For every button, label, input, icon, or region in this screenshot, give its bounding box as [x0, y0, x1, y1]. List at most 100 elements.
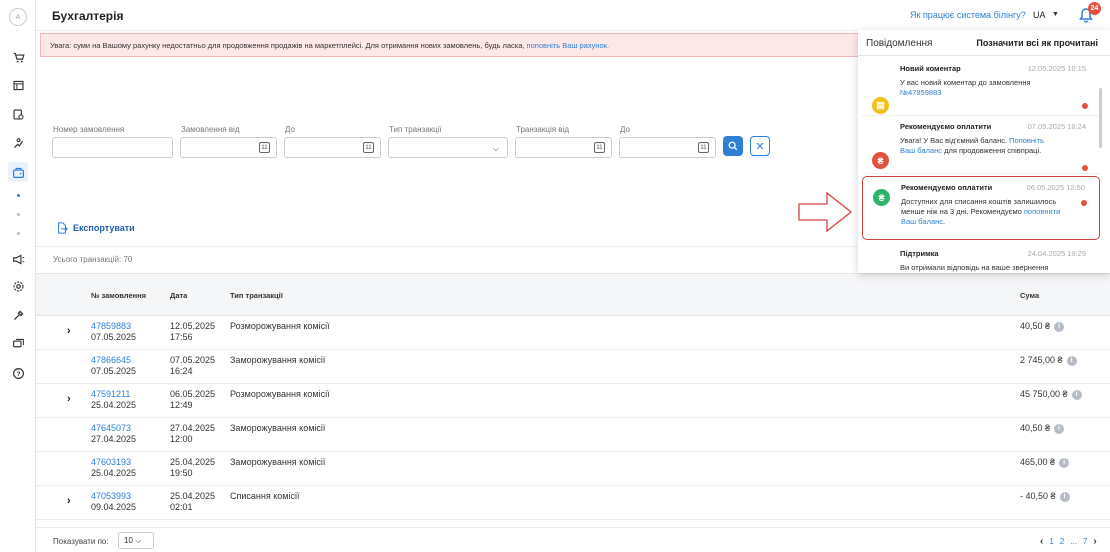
info-icon[interactable]: i [1071, 389, 1082, 400]
export-button[interactable]: Експортувати [56, 222, 135, 234]
page-2[interactable]: 2 [1060, 537, 1064, 546]
order-link[interactable]: 47053993 [91, 491, 136, 502]
order-link[interactable]: 47859883 [91, 321, 136, 332]
table-row[interactable]: › 47053993 09.04.2025 25.04.2025 02:01 С… [36, 486, 1110, 520]
order-link[interactable]: 47603193 [91, 457, 136, 468]
notification-text: Увага! У Вас від'ємний баланс. [900, 136, 1010, 145]
messages-icon[interactable] [8, 333, 28, 353]
calendar-icon[interactable]: 11 [594, 142, 605, 153]
annotation-arrow-icon [798, 191, 853, 233]
expand-row-icon[interactable]: › [67, 325, 71, 337]
order-link[interactable]: 47591211 [91, 389, 136, 400]
hryvnia-icon: ₴ [873, 189, 890, 206]
top-up-account-link[interactable]: поповніть Ваш рахунок. [527, 41, 609, 50]
notification-body: Увага! У Вас від'ємний баланс. Поповніть… [900, 136, 1060, 156]
cart-icon[interactable] [8, 47, 28, 67]
products-icon[interactable] [8, 104, 28, 124]
order-cell: 47859883 07.05.2025 [91, 321, 136, 343]
notification-date: 07.05.2025 16:24 [1027, 122, 1086, 131]
notification-text-end: . [943, 217, 946, 226]
info-icon[interactable]: i [1059, 491, 1070, 502]
store-icon[interactable] [8, 75, 28, 95]
notification-body: Ви отримали відповідь на ваше звернення [900, 263, 1060, 273]
comment-icon: ▤ [872, 97, 889, 114]
prev-page-icon[interactable]: ‹ [1040, 536, 1043, 547]
next-page-icon[interactable]: › [1093, 536, 1096, 547]
order-from-date-input[interactable]: 11 [180, 137, 277, 158]
language-selector[interactable]: UA [1033, 10, 1046, 20]
svg-text:?: ? [16, 370, 20, 377]
info-icon[interactable]: i [1059, 457, 1070, 468]
tools-icon[interactable] [8, 305, 28, 325]
transaction-date: 27.04.2025 [170, 423, 216, 433]
notification-link[interactable]: №47859883 [900, 88, 941, 97]
notification-title: Підтримка [900, 249, 939, 258]
transaction-type: Списання комісії [230, 491, 300, 501]
transaction-from-date-input[interactable]: 11 [515, 137, 612, 158]
search-button[interactable] [723, 136, 743, 156]
notification-item[interactable]: ₴ Рекомендуємо оплатити 06.05.2025 12:50… [862, 176, 1100, 240]
transaction-date: 12.05.2025 [170, 321, 216, 331]
table-row[interactable]: 47603193 25.04.2025 25.04.2025 19:50 Зам… [36, 452, 1110, 486]
order-link[interactable]: 47866645 [91, 355, 136, 366]
transaction-type-label: Тип транзакції [389, 125, 442, 134]
transaction-type-select[interactable]: ⌵ [388, 137, 508, 158]
transaction-sum: 2 745,00 ₴ [1020, 355, 1063, 365]
calendar-icon[interactable]: 11 [698, 142, 709, 153]
page-1[interactable]: 1 [1049, 537, 1053, 546]
transaction-time: 12:49 [170, 400, 193, 410]
mark-all-read-button[interactable]: Позначити всі як прочитані [976, 38, 1098, 48]
notification-item[interactable]: ₴ Рекомендуємо оплатити 07.05.2025 16:24… [862, 116, 1100, 174]
date-cell: 25.04.2025 19:50 [170, 457, 215, 479]
chevron-down-icon: ⌵ [135, 536, 142, 545]
notifications-scrollbar[interactable] [1099, 88, 1102, 148]
clear-filters-button[interactable]: ✕ [750, 136, 770, 156]
table-row[interactable]: 47866645 07.05.2025 07.05.2025 16:24 Зам… [36, 350, 1110, 384]
table-header: № замовлення Дата Тип транзакції Сума [36, 273, 1110, 316]
order-number-label: Номер замовлення [53, 125, 125, 134]
info-icon[interactable]: i [1054, 321, 1065, 332]
notification-count-badge: 24 [1088, 2, 1101, 15]
chevron-down-icon[interactable]: ▼ [1052, 11, 1059, 18]
info-icon[interactable]: i [1054, 423, 1065, 434]
expand-row-icon[interactable]: › [67, 495, 71, 507]
transaction-type: Заморожування комісії [230, 355, 326, 365]
header: Бухгалтерія Як працює система білінгу? U… [36, 0, 1110, 31]
column-header-date: Дата [170, 291, 188, 300]
order-date: 25.04.2025 [91, 400, 137, 410]
marketing-icon[interactable] [8, 133, 28, 153]
settings-icon[interactable] [8, 276, 28, 296]
transaction-to-date-input[interactable]: 11 [619, 137, 716, 158]
notification-item[interactable]: ? Підтримка 24.04.2025 19:29 Ви отримали… [862, 243, 1100, 273]
transaction-time: 17:56 [170, 332, 193, 342]
order-date: 07.05.2025 [91, 332, 137, 342]
billing-help-link[interactable]: Як працює система білінгу? [910, 10, 1026, 20]
transaction-time: 02:01 [170, 502, 193, 512]
page-7[interactable]: 7 [1083, 537, 1087, 546]
order-link[interactable]: 47645073 [91, 423, 136, 434]
submenu-dot[interactable] [17, 213, 20, 216]
transaction-to-label: До [620, 125, 630, 134]
expand-row-icon[interactable]: › [67, 393, 71, 405]
accounting-icon[interactable] [8, 162, 28, 182]
notification-body: Доступних для списання коштів залишилось… [901, 197, 1061, 227]
transaction-type: Заморожування комісії [230, 423, 326, 433]
per-page-label: Показувати по: [53, 537, 109, 546]
submenu-dot[interactable] [17, 194, 20, 197]
notification-date: 24.04.2025 19:29 [1027, 249, 1086, 258]
avatar[interactable]: A [9, 8, 27, 26]
order-number-input[interactable] [52, 137, 173, 158]
info-icon[interactable]: i [1066, 355, 1077, 366]
per-page-select[interactable]: 10 ⌵ [118, 532, 154, 549]
table-row[interactable]: › 47591211 25.04.2025 06.05.2025 12:49 Р… [36, 384, 1110, 418]
help-icon[interactable]: ? [8, 363, 28, 383]
transaction-time: 16:24 [170, 366, 193, 376]
calendar-icon[interactable]: 11 [259, 142, 270, 153]
order-to-date-input[interactable]: 11 [284, 137, 381, 158]
notification-item[interactable]: ▤ Новий коментар 12.05.2025 16:15 У вас … [862, 58, 1100, 116]
calendar-icon[interactable]: 11 [363, 142, 374, 153]
submenu-dot[interactable] [17, 232, 20, 235]
table-row[interactable]: › 47859883 07.05.2025 12.05.2025 17:56 Р… [36, 316, 1110, 350]
megaphone-icon[interactable] [8, 249, 28, 269]
table-row[interactable]: 47645073 27.04.2025 27.04.2025 12:00 Зам… [36, 418, 1110, 452]
